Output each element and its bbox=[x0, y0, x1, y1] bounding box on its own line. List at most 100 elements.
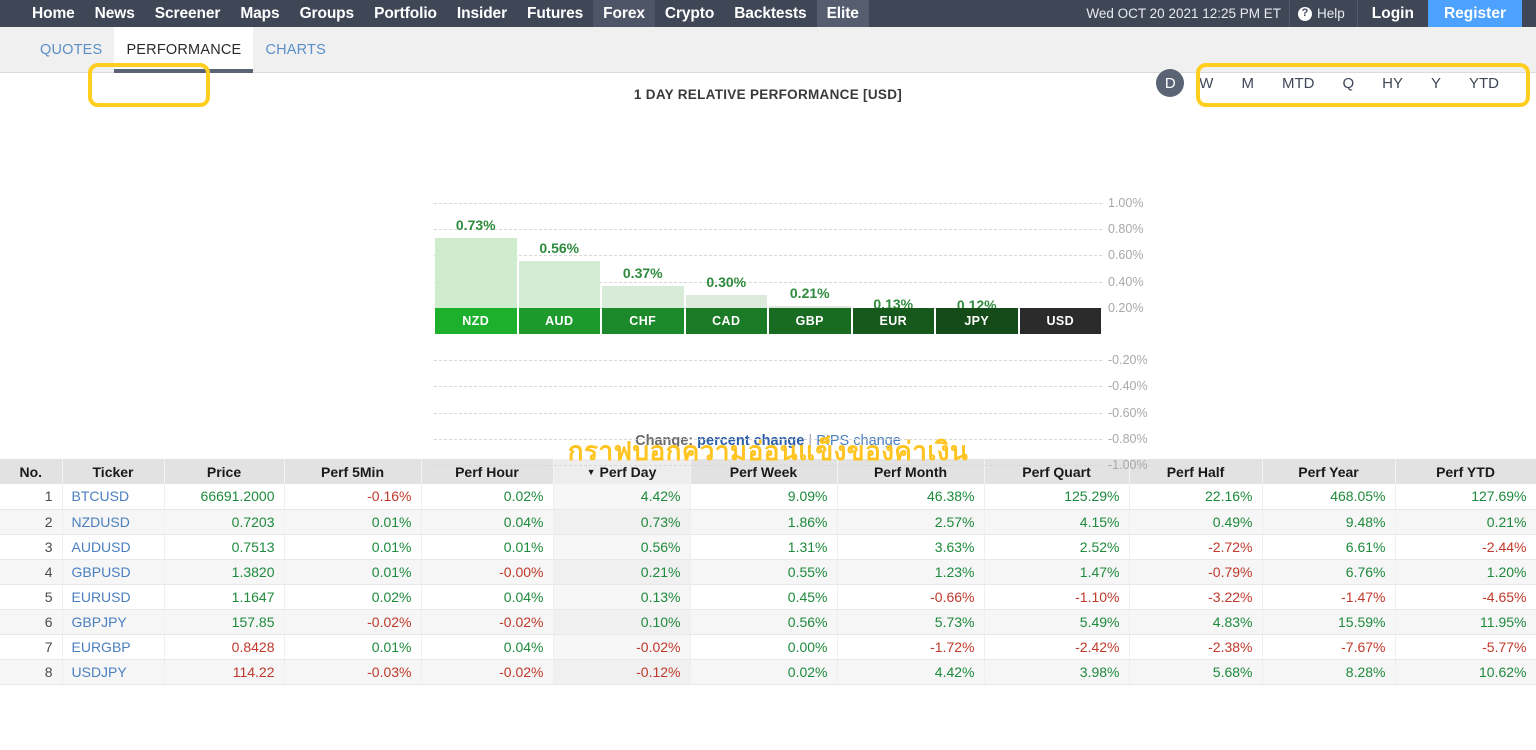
ticker-cell: EURUSD bbox=[62, 584, 165, 610]
perf-cell: 0.02% bbox=[284, 584, 422, 610]
register-button[interactable]: Register bbox=[1427, 0, 1522, 27]
tab-charts[interactable]: CHARTS bbox=[253, 27, 338, 73]
perf-cell: 127.69% bbox=[1395, 484, 1536, 510]
y-axis-tick-label: 0.80% bbox=[1108, 222, 1144, 237]
login-button[interactable]: Login bbox=[1356, 0, 1428, 27]
price-cell: 66691.2000 bbox=[164, 484, 285, 510]
perf-cell: -0.03% bbox=[284, 659, 422, 685]
y-axis-tick-label: -0.20% bbox=[1108, 353, 1148, 368]
perf-cell: 0.01% bbox=[284, 509, 422, 535]
table-row[interactable]: 6 GBPJPY 157.85 -0.02% -0.02% 0.10% 0.56% 5.73%… bbox=[0, 609, 1536, 635]
perf-cell: 22.16% bbox=[1129, 484, 1263, 510]
help-label: Help bbox=[1317, 6, 1345, 21]
secondary-tab-bar: QUOTES PERFORMANCE CHARTS D W M MTD Q HY Y YTD bbox=[0, 26, 1536, 107]
table-body: 1 BTCUSD 66691.2000 -0.16% 0.02% 4.42% 9.09% 46… bbox=[0, 484, 1536, 685]
nav-item-home[interactable]: Home bbox=[22, 0, 85, 27]
column-header-label: Perf Half bbox=[1166, 463, 1225, 480]
top-navigation-bar: Home News Screener Maps Groups Portfolio Insid… bbox=[0, 0, 1536, 27]
bar-category-label-aud: AUD bbox=[518, 308, 600, 334]
ticker-link[interactable]: AUDUSD bbox=[72, 539, 131, 555]
perf-cell: 10.62% bbox=[1395, 659, 1536, 685]
bar-value-label-nzd: 0.73% bbox=[455, 217, 496, 234]
view-tabs: QUOTES PERFORMANCE CHARTS bbox=[0, 26, 338, 73]
gridline bbox=[434, 360, 1102, 362]
column-header-perf-half[interactable]: Perf Half bbox=[1129, 459, 1263, 484]
perf-cell: 6.76% bbox=[1262, 559, 1396, 585]
ticker-link[interactable]: BTCUSD bbox=[72, 488, 130, 504]
column-header-no-[interactable]: No. bbox=[0, 459, 63, 484]
nav-item-futures[interactable]: Futures bbox=[517, 0, 593, 27]
perf-cell: 15.59% bbox=[1262, 609, 1396, 635]
nav-item-news[interactable]: News bbox=[85, 0, 145, 27]
perf-cell: 1.47% bbox=[984, 559, 1130, 585]
perf-cell: -1.72% bbox=[837, 634, 985, 660]
ticker-link[interactable]: USDJPY bbox=[72, 664, 127, 680]
ticker-cell: AUDUSD bbox=[62, 534, 165, 560]
column-header-perf-ytd[interactable]: Perf YTD bbox=[1395, 459, 1536, 484]
ticker-link[interactable]: EURGBP bbox=[72, 639, 131, 655]
bar-category-label-cad: CAD bbox=[685, 308, 767, 334]
perf-cell: 1.86% bbox=[690, 509, 838, 535]
bar-value-label-gbp: 0.21% bbox=[789, 285, 830, 302]
perf-cell: 468.05% bbox=[1262, 484, 1396, 510]
row-number: 8 bbox=[0, 659, 63, 685]
gridline bbox=[434, 412, 1102, 414]
perf-cell: -0.16% bbox=[284, 484, 422, 510]
nav-right-group: Wed OCT 20 2021 12:25 PM ET ? Help Login… bbox=[1086, 0, 1536, 27]
row-number: 2 bbox=[0, 509, 63, 535]
y-axis-tick-label: 1.00% bbox=[1108, 195, 1144, 210]
nav-item-crypto[interactable]: Crypto bbox=[655, 0, 724, 27]
ticker-cell: NZDUSD bbox=[62, 509, 165, 535]
nav-item-groups[interactable]: Groups bbox=[290, 0, 365, 27]
table-row[interactable]: 3 AUDUSD 0.7513 0.01% 0.01% 0.56% 1.31% 3.63% 2.… bbox=[0, 534, 1536, 560]
y-axis-tick-label: -0.80% bbox=[1108, 431, 1148, 446]
row-number: 7 bbox=[0, 634, 63, 660]
column-header-price[interactable]: Price bbox=[164, 459, 285, 484]
gridline bbox=[434, 202, 1102, 204]
nav-item-insider[interactable]: Insider bbox=[447, 0, 517, 27]
perf-cell: -0.12% bbox=[553, 659, 691, 685]
table-row[interactable]: 8 USDJPY 114.22 -0.03% -0.02% -0.12% 0.02% 4.42… bbox=[0, 659, 1536, 685]
perf-cell: 1.31% bbox=[690, 534, 838, 560]
price-cell: 157.85 bbox=[164, 609, 285, 635]
y-axis-tick-label: 0.40% bbox=[1108, 274, 1144, 289]
ticker-cell: BTCUSD bbox=[62, 484, 165, 510]
perf-cell: -7.67% bbox=[1262, 634, 1396, 660]
perf-cell: -1.10% bbox=[984, 584, 1130, 610]
table-row[interactable]: 5 EURUSD 1.1647 0.02% 0.04% 0.13% 0.45% -0.66% -… bbox=[0, 584, 1536, 610]
table-row[interactable]: 7 EURGBP 0.8428 0.01% 0.04% -0.02% 0.00% -1.72%… bbox=[0, 634, 1536, 660]
nav-spacer bbox=[1522, 0, 1536, 27]
column-header-label: Ticker bbox=[92, 463, 134, 480]
nav-item-screener[interactable]: Screener bbox=[145, 0, 231, 27]
ticker-cell: EURGBP bbox=[62, 634, 165, 660]
gridline bbox=[434, 229, 1102, 231]
table-row[interactable]: 4 GBPUSD 1.3820 0.01% -0.00% 0.21% 0.55% 1.23% 1… bbox=[0, 559, 1536, 585]
nav-item-portfolio[interactable]: Portfolio bbox=[364, 0, 447, 27]
help-link[interactable]: ? Help bbox=[1289, 0, 1357, 27]
perf-cell: 0.00% bbox=[690, 634, 838, 660]
column-header-perf-year[interactable]: Perf Year bbox=[1262, 459, 1396, 484]
nav-item-elite[interactable]: Elite bbox=[816, 0, 869, 27]
perf-cell: 1.23% bbox=[837, 559, 985, 585]
column-header-perf-5min[interactable]: Perf 5Min bbox=[284, 459, 422, 484]
column-header-ticker[interactable]: Ticker bbox=[62, 459, 165, 484]
perf-cell: 5.68% bbox=[1129, 659, 1263, 685]
tab-performance[interactable]: PERFORMANCE bbox=[114, 26, 254, 73]
nav-item-maps[interactable]: Maps bbox=[230, 0, 289, 27]
perf-cell: 4.42% bbox=[837, 659, 985, 685]
nav-item-forex[interactable]: Forex bbox=[593, 0, 655, 27]
ticker-link[interactable]: NZDUSD bbox=[72, 514, 130, 530]
ticker-link[interactable]: EURUSD bbox=[72, 589, 131, 605]
nav-item-backtests[interactable]: Backtests bbox=[724, 0, 816, 27]
perf-cell: 9.48% bbox=[1262, 509, 1396, 535]
perf-cell: -0.02% bbox=[421, 659, 554, 685]
perf-cell: 0.04% bbox=[421, 509, 554, 535]
ticker-link[interactable]: GBPUSD bbox=[72, 564, 131, 580]
performance-chart-section: 1 DAY RELATIVE PERFORMANCE [USD] 1.00% 0.… bbox=[0, 73, 1536, 472]
ticker-cell: USDJPY bbox=[62, 659, 165, 685]
ticker-link[interactable]: GBPJPY bbox=[72, 614, 127, 630]
perf-cell: 8.28% bbox=[1262, 659, 1396, 685]
table-row[interactable]: 2 NZDUSD 0.7203 0.01% 0.04% 0.73% 1.86% 2.57% 4.… bbox=[0, 509, 1536, 535]
tab-quotes[interactable]: QUOTES bbox=[28, 27, 114, 73]
perf-cell: -0.02% bbox=[553, 634, 691, 660]
